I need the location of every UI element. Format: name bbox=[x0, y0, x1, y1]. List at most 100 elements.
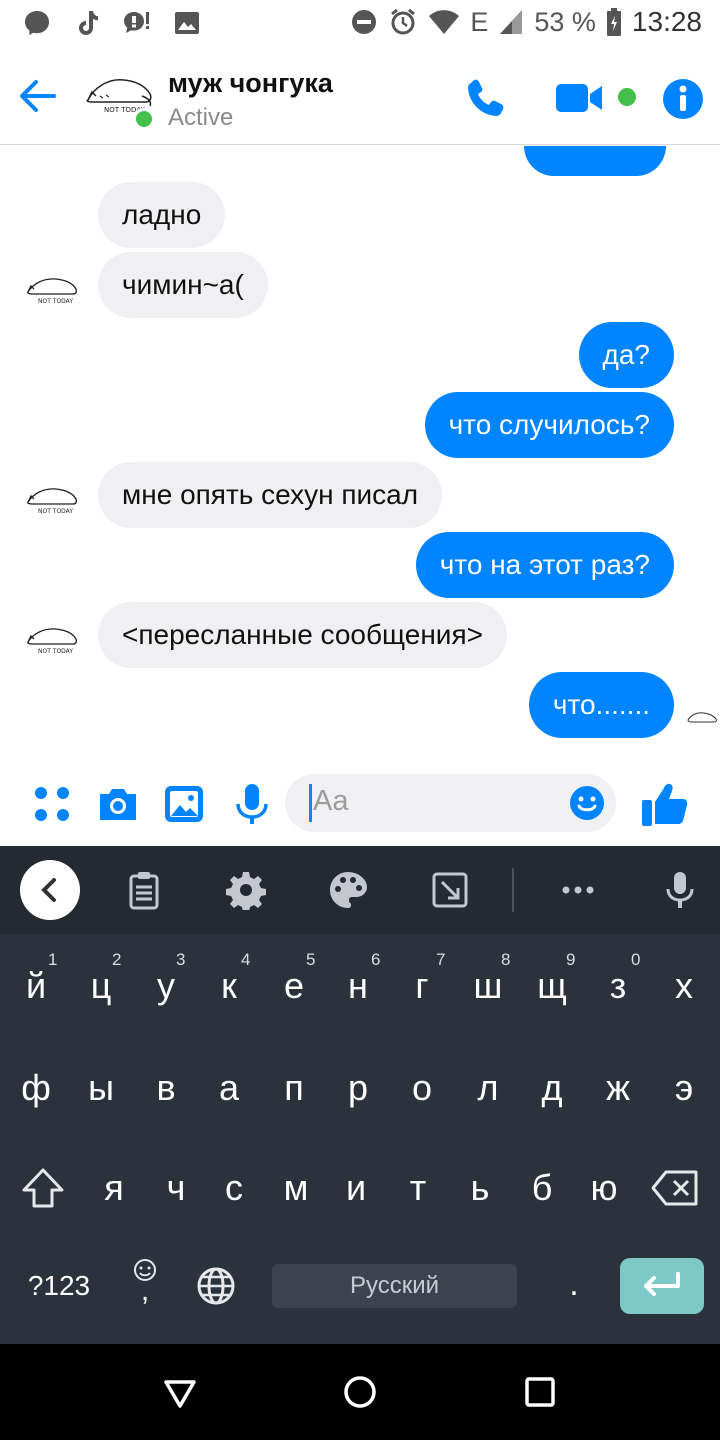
key[interactable]: п bbox=[264, 1048, 324, 1128]
backspace-icon[interactable] bbox=[650, 1168, 700, 1208]
messenger-notification-icon bbox=[25, 11, 49, 35]
key[interactable]: а bbox=[199, 1048, 259, 1128]
sender-avatar[interactable]: NOT TODAY bbox=[24, 620, 88, 660]
message-composer: Aa bbox=[0, 760, 720, 846]
incoming-message[interactable]: ладно bbox=[98, 182, 226, 248]
contact-status: Active bbox=[168, 104, 234, 131]
message-input[interactable]: Aa bbox=[285, 774, 616, 832]
comma-label: , bbox=[140, 1274, 150, 1307]
key[interactable]: л bbox=[458, 1048, 518, 1128]
key[interactable]: ж bbox=[588, 1048, 648, 1128]
emoji-icon[interactable] bbox=[569, 785, 605, 821]
wifi-icon bbox=[429, 10, 460, 35]
resize-keyboard-icon[interactable] bbox=[430, 870, 470, 910]
enter-key[interactable] bbox=[620, 1258, 704, 1314]
signal-icon bbox=[500, 10, 523, 34]
key[interactable]: б bbox=[512, 1148, 572, 1228]
key[interactable]: ч bbox=[146, 1148, 206, 1228]
key-hint: 4 bbox=[241, 950, 251, 969]
voice-input-icon[interactable] bbox=[660, 870, 700, 910]
symbols-key[interactable]: ?123 bbox=[14, 1256, 104, 1316]
space-bar[interactable]: Русский bbox=[272, 1264, 517, 1308]
nav-home-icon[interactable] bbox=[342, 1374, 378, 1410]
do-not-disturb-icon bbox=[352, 10, 377, 34]
contact-name[interactable]: муж чонгука bbox=[168, 68, 333, 99]
keyboard-collapse-button[interactable] bbox=[20, 860, 80, 920]
key[interactable]: ы bbox=[71, 1048, 131, 1128]
key-hint: 9 bbox=[566, 950, 576, 969]
system-navigation-bar bbox=[0, 1344, 720, 1440]
globe-icon[interactable] bbox=[196, 1266, 236, 1306]
key[interactable]: м bbox=[266, 1148, 326, 1228]
battery-icon bbox=[606, 8, 621, 36]
incoming-message[interactable]: <пересланные сообщения> bbox=[98, 602, 507, 668]
key[interactable]: э bbox=[654, 1048, 714, 1128]
outgoing-message[interactable]: что....... bbox=[528, 672, 674, 738]
key[interactable]: р bbox=[328, 1048, 388, 1128]
more-apps-icon[interactable] bbox=[30, 782, 74, 826]
key[interactable]: х bbox=[654, 946, 714, 1026]
svg-text:NOT TODAY: NOT TODAY bbox=[38, 508, 73, 515]
svg-text:NOT TODAY: NOT TODAY bbox=[38, 648, 73, 655]
back-arrow-icon[interactable] bbox=[14, 72, 62, 120]
key[interactable]: у bbox=[136, 946, 196, 1026]
camera-icon[interactable] bbox=[96, 782, 140, 826]
key[interactable]: ц bbox=[71, 946, 131, 1026]
key[interactable]: с bbox=[204, 1148, 264, 1228]
gallery-icon[interactable] bbox=[162, 782, 206, 826]
key[interactable]: и bbox=[326, 1148, 386, 1228]
nav-recents-icon[interactable] bbox=[522, 1374, 558, 1410]
message-placeholder: Aa bbox=[313, 785, 349, 817]
key[interactable]: о bbox=[392, 1048, 452, 1128]
key[interactable]: в bbox=[136, 1048, 196, 1128]
thumbs-up-icon[interactable] bbox=[640, 780, 690, 828]
key[interactable]: ю bbox=[574, 1148, 634, 1228]
microphone-icon[interactable] bbox=[230, 782, 274, 826]
sender-avatar[interactable]: NOT TODAY bbox=[24, 270, 88, 310]
outgoing-message[interactable]: что случилось? bbox=[424, 392, 674, 458]
tiktok-notification-icon bbox=[79, 11, 98, 35]
battery-percent: 53 % bbox=[534, 6, 596, 37]
messenger-screen: E 53 % 13:28 NOT TODAY муж чонгука Activ… bbox=[0, 0, 720, 1440]
online-indicator bbox=[133, 108, 155, 130]
text-cursor bbox=[309, 784, 312, 822]
chat-header: NOT TODAY муж чонгука Active bbox=[0, 50, 720, 145]
status-bar: E 53 % 13:28 bbox=[0, 0, 720, 50]
message-thread[interactable]: ладно NOT TODAY чимин~а( да? что случило… bbox=[0, 146, 720, 760]
settings-gear-icon[interactable] bbox=[226, 870, 266, 910]
more-options-icon[interactable] bbox=[558, 870, 598, 910]
key[interactable]: ф bbox=[6, 1048, 66, 1128]
theme-palette-icon[interactable] bbox=[328, 870, 368, 910]
phone-call-icon[interactable] bbox=[462, 74, 510, 122]
nav-back-icon[interactable] bbox=[162, 1374, 198, 1410]
notification-icons bbox=[22, 8, 202, 38]
video-active-indicator bbox=[618, 88, 636, 106]
key[interactable]: д bbox=[522, 1048, 582, 1128]
key[interactable]: ь bbox=[450, 1148, 510, 1228]
shift-icon[interactable] bbox=[18, 1164, 68, 1214]
key-hint: 7 bbox=[436, 950, 446, 969]
key-hint: 3 bbox=[176, 950, 186, 969]
enter-arrow-icon bbox=[644, 1272, 680, 1296]
key[interactable]: я bbox=[84, 1148, 144, 1228]
keyboard-toolbar bbox=[0, 846, 720, 934]
key-hint: 2 bbox=[112, 950, 122, 969]
incoming-message[interactable]: мне опять сехун писал bbox=[98, 462, 443, 528]
chat-alert-notification-icon bbox=[124, 12, 149, 33]
key-hint: 0 bbox=[631, 950, 641, 969]
outgoing-message[interactable]: что на этот раз? bbox=[415, 532, 674, 598]
sender-avatar[interactable]: NOT TODAY bbox=[24, 480, 88, 520]
period-key[interactable]: . bbox=[556, 1254, 592, 1314]
clipboard-icon[interactable] bbox=[124, 870, 164, 910]
video-call-icon[interactable] bbox=[554, 78, 606, 118]
emoji-comma-key[interactable]: , bbox=[125, 1258, 165, 1318]
outgoing-message[interactable]: да? bbox=[578, 322, 674, 388]
keyboard: й ц у к е н г ш щ з х 1 2 3 4 5 6 7 8 9 … bbox=[0, 846, 720, 1344]
alarm-icon bbox=[391, 8, 416, 35]
key-hint: 8 bbox=[501, 950, 511, 969]
partial-outgoing-bubble bbox=[524, 146, 666, 176]
key[interactable]: т bbox=[388, 1148, 448, 1228]
incoming-message[interactable]: чимин~а( bbox=[98, 252, 268, 318]
chevron-left-icon bbox=[41, 878, 56, 902]
info-icon[interactable] bbox=[662, 78, 704, 120]
